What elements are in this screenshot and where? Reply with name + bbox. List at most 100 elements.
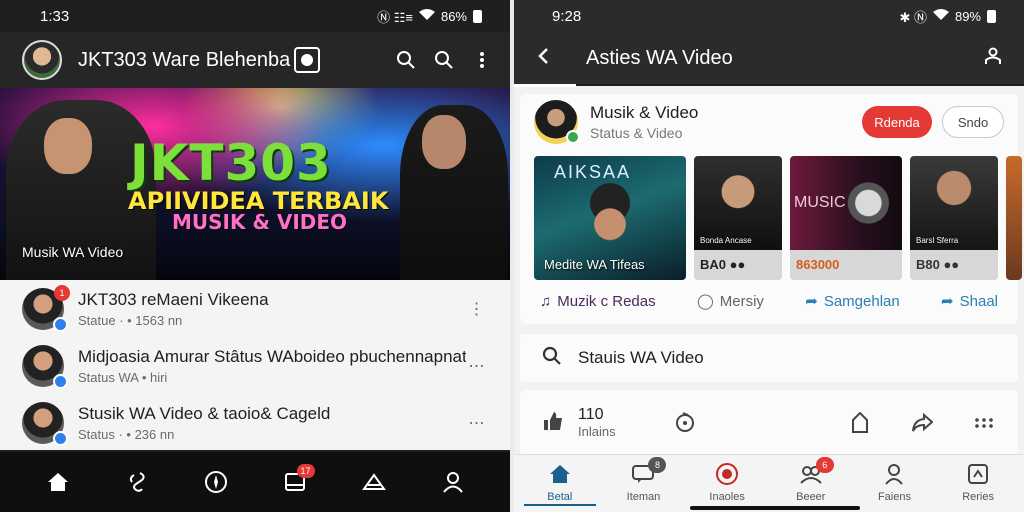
action-row: ♫ Muzik c Redas ◯ Mersiy ➦ Samgehlan ➦ S… — [520, 280, 1018, 311]
back-underline — [514, 84, 576, 87]
shorts-icon[interactable] — [117, 462, 157, 502]
profile-avatar[interactable] — [22, 40, 62, 80]
list-item[interactable]: 1 JKT303 reMaeni Vikeena Statuе · • 1563… — [0, 280, 510, 337]
bottom-nav: Betal 8 Iteman Inaoles 6 Beeer Faiens Re… — [514, 454, 1024, 512]
nav-friends-label: Faiens — [877, 491, 911, 503]
video-thumbnail-partial[interactable] — [1006, 156, 1022, 280]
bookmark-icon[interactable] — [848, 411, 872, 435]
thumbnail-overlay-text: Bonda Ancase — [700, 236, 752, 245]
hero-banner[interactable]: JKT303 APIIVIDEA TERBAIK MUSIK & VIDEO M… — [0, 88, 510, 280]
profile-icon[interactable] — [433, 462, 473, 502]
secondary-button[interactable]: Sndo — [942, 106, 1004, 138]
list-item-title: JKT303 reMaeni Vikeena — [78, 289, 269, 309]
thumbnail-title: MUSIC — [794, 194, 846, 211]
subscribe-button[interactable]: Rdenda — [862, 106, 932, 138]
account-switch-icon[interactable] — [984, 47, 1002, 70]
bottom-nav: 17 — [0, 452, 510, 512]
more-grid-icon[interactable] — [972, 411, 996, 435]
video-thumbnail[interactable]: MUSIC 863000 — [790, 156, 902, 280]
list-item[interactable]: Stusik WA Video & taoio& Cageld Status ·… — [0, 394, 510, 451]
share-action-label: Shaal — [959, 292, 998, 310]
wifi-icon — [418, 8, 435, 24]
nav-messages-label: Iteman — [626, 491, 661, 503]
engagement-bar: 110 Inlains — [520, 390, 1018, 456]
status-bar: 9:28 ✱ Ⓝ 89% — [514, 0, 1024, 32]
channel-avatar[interactable] — [534, 100, 580, 144]
right-phone-screen: 9:28 ✱ Ⓝ 89% Asties WA Video Musik & Vid… — [514, 0, 1024, 512]
more-vert-icon[interactable]: ⋮ — [466, 299, 488, 319]
library-icon[interactable] — [354, 462, 394, 502]
nav-reels[interactable]: Reries — [938, 455, 1018, 512]
reload-icon[interactable] — [674, 411, 696, 438]
status-misc-icons: Ⓝ ☷≡ — [377, 9, 413, 25]
battery-icon — [987, 9, 996, 23]
music-action-label: Muzik c Redas — [557, 292, 656, 310]
search-alt-icon[interactable] — [432, 48, 456, 72]
nav-home[interactable]: Betal — [520, 455, 600, 512]
inbox-icon[interactable]: 17 — [275, 462, 315, 502]
list-item-subtitle: Statuе · • 1563 nn — [78, 312, 183, 328]
thumbnail-caption: Medite WA Tifeas — [544, 257, 645, 272]
search-icon[interactable] — [394, 48, 418, 72]
messages-badge: 8 — [648, 457, 667, 473]
avatar: 1 — [22, 284, 70, 332]
nav-community-label: Beeer — [796, 491, 826, 503]
channel-badge-icon[interactable] — [294, 47, 320, 73]
home-icon[interactable] — [38, 462, 78, 502]
chat-icon: 8 — [630, 457, 667, 487]
list-item[interactable]: Midjoasia Amurar Stâtus WAboideo pbuchen… — [0, 337, 510, 394]
avatar — [22, 344, 68, 389]
status-time: 1:33 — [40, 7, 70, 25]
status-icons: ✱ Ⓝ 89% — [899, 7, 996, 26]
forward-icon[interactable] — [910, 411, 934, 435]
music-action[interactable]: ♫ Muzik c Redas — [540, 293, 656, 310]
nav-home-label: Betal — [547, 491, 573, 503]
share-link-action[interactable]: ➦ Samgehlan — [805, 292, 900, 311]
share-icon: ➦ — [941, 293, 954, 310]
video-record-icon — [714, 461, 740, 487]
search-label: Stauis WA Video — [578, 348, 704, 367]
home-icon — [547, 461, 573, 487]
wifi-icon — [932, 8, 949, 24]
mercy-action[interactable]: ◯ Mersiy — [696, 292, 764, 311]
share-action[interactable]: ➦ Shaal — [941, 292, 998, 311]
status-bar: 1:33 Ⓝ ☷≡ 86% — [0, 0, 510, 32]
like-icon[interactable] — [542, 410, 564, 437]
list-item-title: Stusik WA Video & taoio& Cageld — [78, 403, 331, 423]
nav-videos[interactable]: Inaoles — [687, 455, 767, 512]
status-time: 9:28 — [552, 7, 582, 25]
more-horiz-icon[interactable]: ⋯ — [466, 356, 488, 376]
timer-icon: ◯ — [696, 293, 714, 310]
video-thumbnail[interactable]: Bonda Ancase BA0 ●● — [694, 156, 782, 280]
more-options-icon[interactable] — [470, 48, 494, 72]
like-count: 110 — [578, 406, 604, 424]
search-bar[interactable]: Stauis WA Video — [520, 334, 1018, 382]
inbox-badge: 17 — [296, 464, 315, 478]
nav-videos-label: Inaoles — [709, 491, 745, 503]
status-icons: Ⓝ ☷≡ 86% — [377, 7, 482, 26]
list-item-subtitle: Status · • 236 nn — [78, 426, 175, 442]
battery-percent: 89% — [954, 8, 981, 24]
back-icon[interactable] — [536, 47, 552, 70]
explore-icon[interactable] — [196, 462, 236, 502]
hero-title: JKT303 — [130, 134, 332, 192]
share-link-label: Samgehlan — [823, 292, 900, 310]
status-list: 1 JKT303 reMaeni Vikeena Statuе · • 1563… — [0, 280, 510, 450]
friends-icon — [881, 461, 907, 487]
notification-badge: 1 — [54, 284, 70, 301]
more-horiz-icon[interactable]: ⋯ — [466, 413, 488, 433]
share-arrow-icon: ➦ — [805, 293, 818, 310]
nav-messages[interactable]: 8 Iteman — [603, 455, 683, 512]
battery-percent: 86% — [440, 8, 467, 24]
video-thumbnail[interactable]: AIKSAA Medite WA Tifeas — [534, 156, 686, 280]
channel-subtitle: Status & Video — [590, 125, 683, 141]
verified-icon — [566, 130, 580, 144]
hero-person-right — [400, 105, 508, 280]
channel-name: Musik & Video — [590, 103, 699, 122]
nav-community[interactable]: 6 Beeer — [771, 455, 851, 512]
thumbnail-overlay-text: Barsl Sferra — [916, 236, 959, 245]
home-indicator — [690, 506, 860, 510]
nav-friends[interactable]: Faiens — [854, 455, 934, 512]
reels-icon — [965, 461, 991, 487]
video-thumbnail[interactable]: Barsl Sferra B80 ●● — [910, 156, 998, 280]
